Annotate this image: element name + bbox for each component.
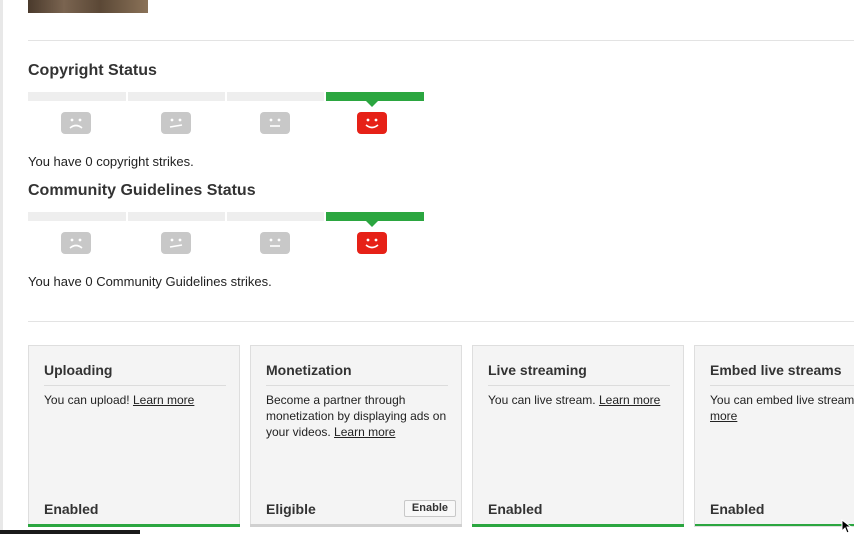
divider <box>28 321 854 322</box>
meter-segment-2 <box>128 92 225 101</box>
smile-face-icon <box>357 112 387 134</box>
neutral-face-icon <box>260 112 290 134</box>
card-title: Monetization <box>266 362 448 386</box>
meter-segment-3 <box>227 212 324 221</box>
card-status: Enabled <box>44 501 99 517</box>
card-description: You can upload! Learn more <box>44 392 232 408</box>
feature-card-live-streaming: Live streaming You can live stream. Lear… <box>472 345 684 527</box>
meter-segment-1 <box>28 92 126 101</box>
community-strike-meter <box>28 212 426 272</box>
status-bar-enabled <box>472 524 684 527</box>
meter-segment-4-active <box>326 92 424 101</box>
status-bar-enabled <box>695 524 854 526</box>
skeptical-face-icon <box>161 112 191 134</box>
card-desc-text: You can embed live streams <box>710 393 854 407</box>
skeptical-face-icon <box>161 232 191 254</box>
learn-more-link[interactable]: Learn more <box>133 393 194 407</box>
frown-icon <box>61 112 91 134</box>
meter-pointer <box>366 101 378 107</box>
feature-card-embed-live-streams: Embed live streams You can embed live st… <box>694 345 854 527</box>
feature-card-monetization: Monetization Become a partner through mo… <box>250 345 462 527</box>
card-status: Enabled <box>488 501 543 517</box>
copyright-status-title: Copyright Status <box>28 62 157 79</box>
feature-card-uploading: Uploading You can upload! Learn more Ena… <box>28 345 240 527</box>
card-title: Live streaming <box>488 362 670 386</box>
channel-thumbnail <box>28 0 148 13</box>
copyright-strike-count: You have 0 copyright strikes. <box>28 154 194 169</box>
divider <box>28 40 854 41</box>
smile-face-icon <box>357 232 387 254</box>
meter-segment-3 <box>227 92 324 101</box>
community-strike-count: You have 0 Community Guidelines strikes. <box>28 274 272 289</box>
copyright-strike-meter <box>28 92 426 152</box>
card-description: You can embed live streams Learn more <box>710 392 854 424</box>
meter-segment-1 <box>28 212 126 221</box>
card-desc-text: You can upload! <box>44 393 130 407</box>
meter-pointer <box>366 221 378 227</box>
card-status: Enabled <box>710 501 765 517</box>
status-bar-eligible <box>250 524 462 527</box>
frown-icon <box>61 232 91 254</box>
learn-more-link[interactable]: Learn more <box>334 425 395 439</box>
left-border <box>0 0 3 534</box>
card-title: Embed live streams <box>710 362 854 386</box>
neutral-face-icon <box>260 232 290 254</box>
card-description: Become a partner through monetization by… <box>266 392 454 440</box>
learn-more-link[interactable]: Learn more <box>599 393 660 407</box>
meter-segment-2 <box>128 212 225 221</box>
enable-monetization-button[interactable]: Enable <box>403 500 456 517</box>
card-description: You can live stream. Learn more <box>488 392 676 408</box>
mouse-cursor-icon <box>841 518 853 539</box>
bottom-scrollbar-edge <box>0 530 140 534</box>
community-guidelines-status-title: Community Guidelines Status <box>28 182 256 199</box>
card-title: Uploading <box>44 362 226 386</box>
meter-segment-4-active <box>326 212 424 221</box>
status-bar-enabled <box>28 524 240 527</box>
card-desc-text: You can live stream. <box>488 393 596 407</box>
card-status: Eligible <box>266 501 316 517</box>
